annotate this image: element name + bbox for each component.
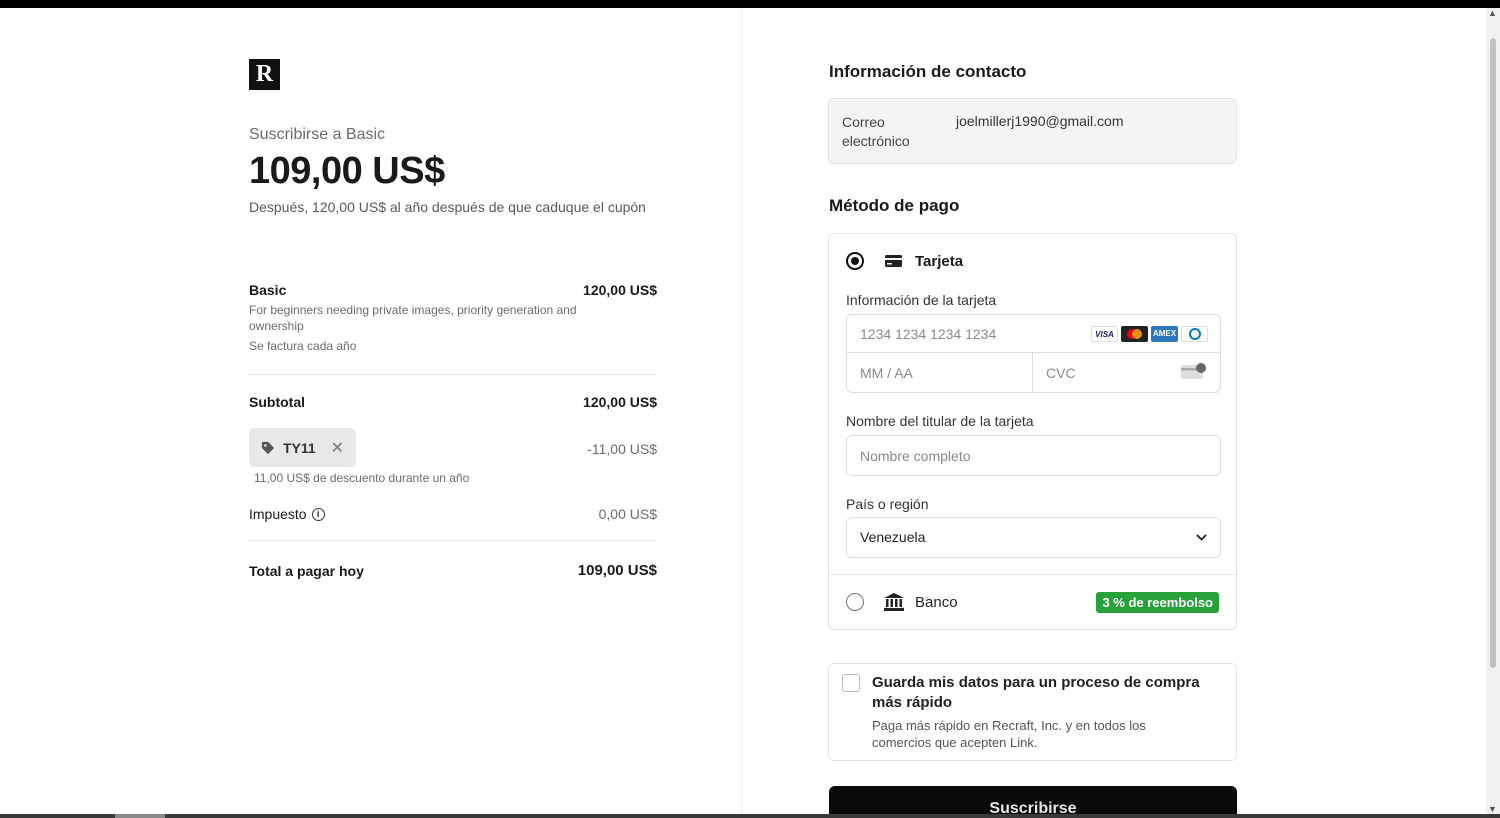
tax-label-text: Impuesto bbox=[249, 506, 307, 522]
subscribe-to-plan: Suscribirse a Basic bbox=[249, 126, 386, 143]
discount-note: 11,00 US$ de descuento durante un año bbox=[254, 471, 470, 485]
line-item-price: 120,00 US$ bbox=[583, 282, 657, 298]
credit-card-icon bbox=[885, 255, 902, 267]
tax-label: Impuesto i bbox=[249, 506, 325, 522]
payment-section-title: Método de pago bbox=[829, 196, 960, 215]
subtotal-value: 120,00 US$ bbox=[583, 394, 657, 410]
subtotal-label: Subtotal bbox=[249, 394, 305, 410]
email-value: joelmillerj1990@gmail.com bbox=[956, 113, 1124, 129]
coupon-code: TY11 bbox=[283, 439, 316, 456]
renewal-note: Después, 120,00 US$ al año después de qu… bbox=[249, 199, 646, 215]
visa-icon: VISA bbox=[1091, 326, 1118, 342]
total-divider bbox=[249, 540, 657, 541]
cvc-card-icon bbox=[1181, 363, 1206, 379]
country-selected-value: Venezuela bbox=[860, 529, 926, 545]
country-label: País o región bbox=[846, 496, 929, 512]
vertical-scrollbar[interactable]: ▲ ▼ bbox=[1486, 8, 1500, 814]
cashback-badge: 3 % de reembolso bbox=[1096, 592, 1219, 613]
email-label: Correo electrónico bbox=[842, 114, 910, 149]
line-item-description: For beginners needing private images, pr… bbox=[249, 303, 577, 333]
card-holder-label: Nombre del titular de la tarjeta bbox=[846, 413, 1034, 429]
total-label: Total a pagar hoy bbox=[249, 563, 364, 579]
contact-section-title: Información de contacto bbox=[829, 62, 1027, 81]
country-select[interactable]: Venezuela bbox=[846, 517, 1221, 558]
card-holder-input[interactable] bbox=[846, 435, 1221, 476]
horizontal-scroll-thumb[interactable] bbox=[115, 814, 165, 818]
price-today: 109,00 US$ bbox=[249, 150, 445, 192]
coupon-chip: TY11 ✕ bbox=[249, 428, 356, 467]
save-details-checkbox[interactable] bbox=[842, 674, 860, 692]
info-icon[interactable]: i bbox=[311, 507, 325, 521]
window-top-bar bbox=[0, 0, 1500, 8]
payment-method-box: Tarjeta Información de la tarjeta VISA A… bbox=[828, 233, 1237, 630]
bank-radio[interactable] bbox=[846, 593, 864, 611]
card-option-label[interactable]: Tarjeta bbox=[915, 253, 963, 270]
save-details-box: Guarda mis datos para un proceso de comp… bbox=[828, 663, 1237, 761]
amex-icon: AMEX bbox=[1151, 326, 1178, 342]
card-info-label: Información de la tarjeta bbox=[846, 292, 997, 308]
total-value: 109,00 US$ bbox=[577, 562, 657, 579]
bank-option-label[interactable]: Banco bbox=[915, 594, 958, 611]
save-details-title[interactable]: Guarda mis datos para un proceso de comp… bbox=[872, 673, 1227, 713]
card-input-group: VISA AMEX bbox=[846, 314, 1221, 393]
card-radio[interactable] bbox=[846, 252, 864, 270]
line-item-name: Basic bbox=[249, 282, 287, 298]
remove-coupon-icon[interactable]: ✕ bbox=[331, 438, 344, 458]
chevron-down-icon bbox=[1196, 534, 1207, 541]
horizontal-scrollbar[interactable] bbox=[0, 814, 1500, 818]
tax-value: 0,00 US$ bbox=[598, 506, 657, 522]
scroll-down-icon[interactable]: ▼ bbox=[1488, 804, 1497, 814]
scroll-up-icon[interactable]: ▲ bbox=[1488, 8, 1497, 18]
bank-option-divider bbox=[829, 574, 1236, 575]
bank-icon bbox=[884, 593, 904, 611]
line-item-billing: Se factura cada año bbox=[249, 339, 357, 353]
scroll-thumb[interactable] bbox=[1490, 38, 1496, 668]
save-details-description: Paga más rápido en Recraft, Inc. y en to… bbox=[872, 718, 1146, 750]
card-expiry-input[interactable] bbox=[847, 353, 1033, 392]
summary-divider bbox=[249, 374, 657, 375]
brand-logo[interactable]: R bbox=[249, 59, 280, 90]
mastercard-icon bbox=[1121, 326, 1148, 342]
contact-box: Correo electrónico joelmillerj1990@gmail… bbox=[828, 98, 1237, 164]
discount-value: -11,00 US$ bbox=[587, 441, 657, 457]
tag-icon bbox=[261, 441, 275, 454]
diners-icon bbox=[1181, 326, 1208, 342]
